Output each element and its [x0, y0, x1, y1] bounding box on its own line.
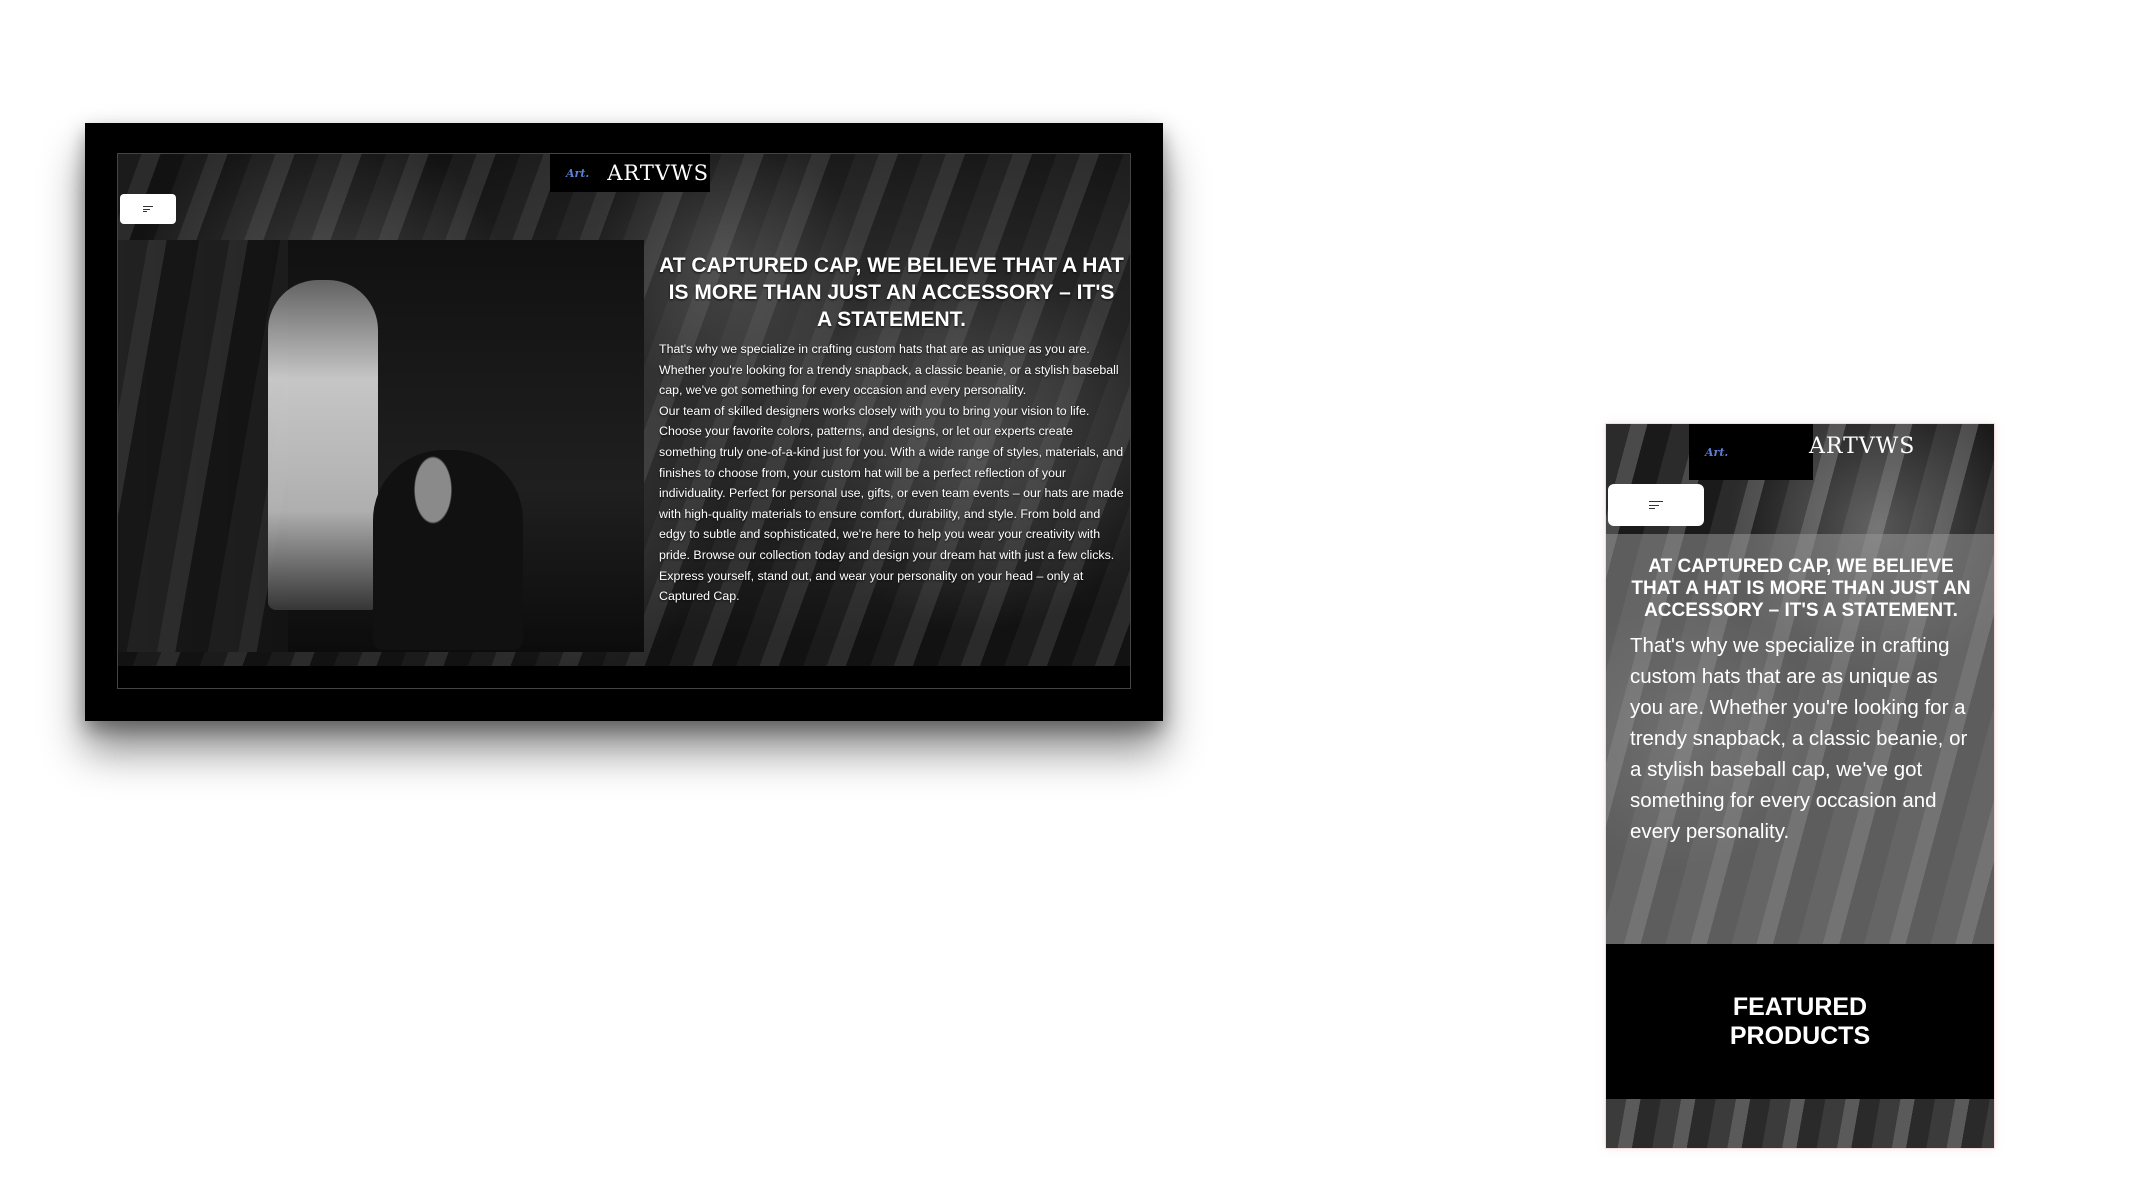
about-headline: AT CAPTURED CAP, WE BELIEVE THAT A HAT I…	[659, 254, 1124, 331]
menu-icon	[1649, 501, 1663, 509]
logo-script-mark: Art.	[566, 166, 590, 180]
desktop-bottom-bar	[118, 666, 1130, 688]
mobile-about-panel: AT CAPTURED CAP, WE BELIEVE THAT A HAT I…	[1606, 534, 1994, 944]
mobile-nav-logo[interactable]: Art.	[1689, 424, 1813, 480]
desktop-screen: Art. ARTVWS AT CAPTURED CAP, WE BELIEVE …	[117, 153, 1131, 689]
mobile-bottom-image-strip	[1606, 1099, 1994, 1148]
logo-brand-name: ARTVWS	[607, 161, 710, 185]
menu-button[interactable]	[120, 194, 176, 224]
showcase-canvas: Art. ARTVWS AT CAPTURED CAP, WE BELIEVE …	[0, 0, 2131, 1179]
mobile-about-paragraph: That's why we specialize in crafting cus…	[1630, 634, 1968, 843]
hero-photo	[118, 240, 644, 652]
desktop-mockup: Art. ARTVWS AT CAPTURED CAP, WE BELIEVE …	[85, 123, 1163, 721]
mobile-logo-brand-name[interactable]: ARTVWS	[1809, 434, 1915, 459]
mobile-mockup: Art. ARTVWS AT CAPTURED CAP, WE BELIEVE …	[1606, 424, 1994, 1148]
photo-figure-sitting	[373, 450, 523, 650]
featured-products-title: FEATURED PRODUCTS	[1729, 992, 1871, 1050]
photo-figure-standing	[268, 280, 378, 610]
mobile-menu-button[interactable]	[1608, 484, 1704, 526]
about-text-block: AT CAPTURED CAP, WE BELIEVE THAT A HAT I…	[659, 252, 1124, 607]
mobile-about-headline: AT CAPTURED CAP, WE BELIEVE THAT A HAT I…	[1631, 556, 1971, 621]
menu-icon	[143, 206, 153, 212]
nav-logo[interactable]: Art. ARTVWS	[550, 154, 710, 192]
featured-products-section: FEATURED PRODUCTS	[1606, 944, 1994, 1099]
mobile-logo-script-mark: Art.	[1705, 445, 1729, 459]
about-paragraph-1: That's why we specialize in crafting cus…	[659, 342, 1119, 398]
about-paragraph-2: Our team of skilled designers works clos…	[659, 403, 1124, 604]
